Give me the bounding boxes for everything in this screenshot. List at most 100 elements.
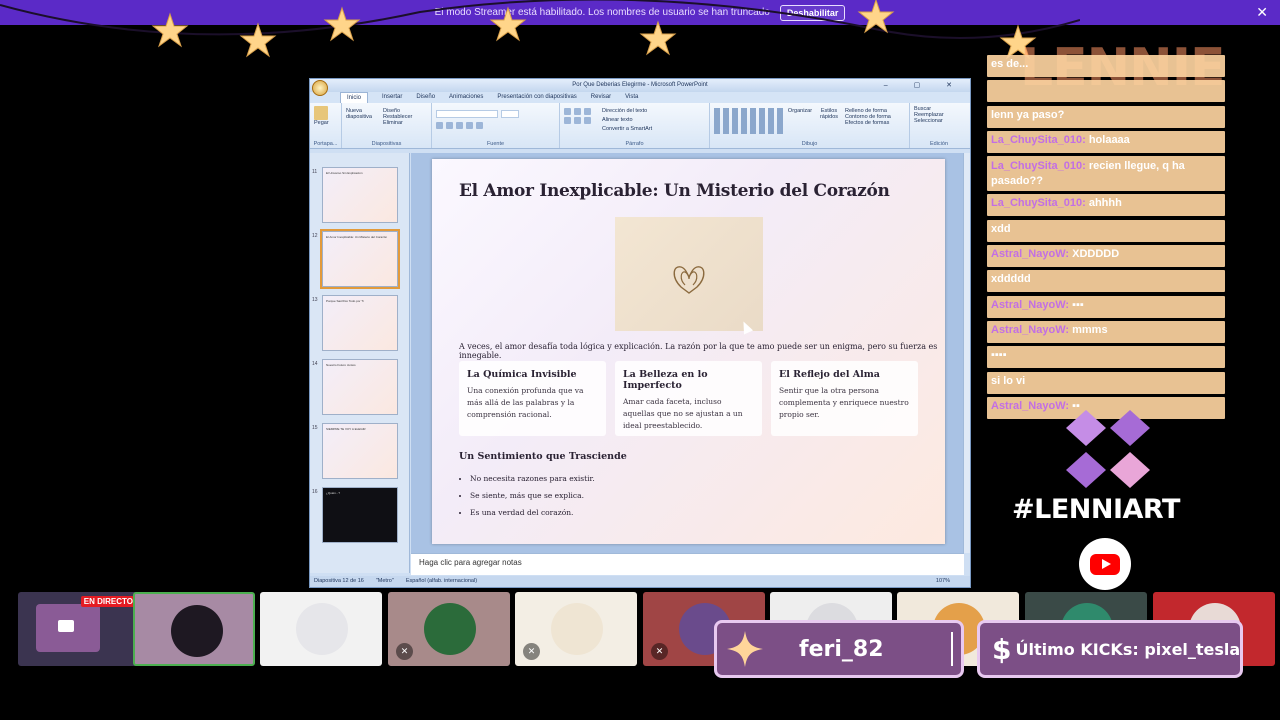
language-status[interactable]: Español (alfab. internacional) xyxy=(406,576,477,587)
window-controls[interactable]: – ▢ ✕ xyxy=(884,79,964,92)
youtube-icon[interactable] xyxy=(1079,538,1131,590)
tab-animaciones[interactable]: Animaciones xyxy=(449,92,483,103)
chat-text: mmms xyxy=(1072,323,1108,336)
numbering-icon[interactable] xyxy=(574,108,581,115)
thumb-title: ¿Quién...? xyxy=(326,491,341,495)
bold-icon[interactable] xyxy=(436,122,443,129)
tab-inicio[interactable]: Inicio xyxy=(340,92,369,103)
font-name-select[interactable] xyxy=(436,110,498,118)
slide-bullet-list[interactable]: No necesita razones para existir. Se sie… xyxy=(468,474,595,525)
font-size-select[interactable] xyxy=(501,110,519,118)
align-left-icon[interactable] xyxy=(564,117,571,124)
paste-icon[interactable] xyxy=(314,106,328,120)
slide-title[interactable]: El Amor Inexplicable: Un Misterio del Co… xyxy=(459,181,890,201)
current-slide[interactable]: El Amor Inexplicable: Un Misterio del Co… xyxy=(432,159,945,544)
brand-hashtag: #LENNIART xyxy=(1012,494,1180,525)
slide-intro[interactable]: A veces, el amor desafía toda lógica y e… xyxy=(459,342,945,360)
chat-text: ▪▪▪▪ xyxy=(991,349,1007,362)
convert-smartart-button[interactable]: Convertir a SmartArt xyxy=(602,126,652,132)
bullet-item: Se siente, más que se explica. xyxy=(470,491,595,500)
tab-insertar[interactable]: Insertar xyxy=(382,92,402,103)
slide-thumbnail[interactable]: Nuestro Futuro Juntos xyxy=(322,359,398,415)
ribbon-group-paragraph: Dirección del texto Alinear texto Conver… xyxy=(560,103,710,148)
follower-name: feri_82 xyxy=(799,636,884,662)
chat-message: Astral_NayoW: XDDDDD xyxy=(987,245,1225,268)
chat-message: Astral_NayoW: ▪▪▪ xyxy=(987,295,1225,318)
delete-button[interactable]: Eliminar xyxy=(383,120,412,126)
participant-tile[interactable] xyxy=(133,592,255,666)
vertical-scrollbar[interactable] xyxy=(963,153,970,553)
font-color-icon[interactable] xyxy=(476,122,483,129)
slide-card[interactable]: La Belleza en lo Imperfecto Amar cada fa… xyxy=(615,361,762,436)
tab-presentacion[interactable]: Presentación con diapositivas xyxy=(497,92,576,103)
live-badge: EN DIRECTO xyxy=(80,596,136,607)
avatar xyxy=(551,603,603,655)
paste-button[interactable]: Pegar xyxy=(314,120,337,126)
chat-text: holaaaa xyxy=(1088,133,1130,146)
slide-thumbnail[interactable]: ¿Quién...? xyxy=(322,487,398,543)
chat-message: Astral_NayoW: mmms xyxy=(987,320,1225,343)
chat-username: Astral_NayoW: xyxy=(991,399,1070,412)
participant-tile[interactable]: ✕ xyxy=(388,592,510,666)
select-button[interactable]: Seleccionar xyxy=(914,118,964,124)
office-button-icon[interactable] xyxy=(312,80,328,96)
last-kicks-text: Último KICKs: pixel_tesla xyxy=(1015,639,1241,659)
chat-message: xddddd xyxy=(987,270,1225,293)
follower-alert: feri_82 xyxy=(714,620,964,678)
indent-icon[interactable] xyxy=(584,108,591,115)
slide-card[interactable]: El Reflejo del Alma Sentir que la otra p… xyxy=(771,361,918,436)
muted-mic-icon: ✕ xyxy=(396,643,413,660)
tab-diseno[interactable]: Diseño xyxy=(416,92,435,103)
hearts-image[interactable] xyxy=(615,217,763,331)
align-center-icon[interactable] xyxy=(574,117,581,124)
slide-thumbnail[interactable]: Porque Sacrifico Todo por Ti xyxy=(322,295,398,351)
chat-message: es de... xyxy=(987,55,1225,77)
slide-card[interactable]: La Química Invisible Una conexión profun… xyxy=(459,361,606,436)
chat-text: xdd xyxy=(991,222,1011,235)
chat-panel: es de... lenn ya paso? La_ChuySita_010: … xyxy=(987,55,1225,422)
notes-pane[interactable]: Haga clic para agregar notas xyxy=(411,553,964,575)
italic-icon[interactable] xyxy=(446,122,453,129)
close-icon[interactable]: ✕ xyxy=(1256,4,1268,21)
participant-tile[interactable]: ✕ xyxy=(515,592,637,666)
chat-text: ahhhh xyxy=(1088,197,1122,210)
participant-tile-screenshare[interactable]: EN DIRECTO xyxy=(18,592,140,666)
quick-styles-button[interactable]: Estilos rápidos xyxy=(816,108,842,134)
slide-editing-area: El Amor Inexplicable: Un Misterio del Co… xyxy=(411,153,964,553)
align-text-button[interactable]: Alinear texto xyxy=(602,117,633,124)
chat-text: lenn ya paso? xyxy=(991,108,1065,121)
bullets-icon[interactable] xyxy=(564,108,571,115)
organize-button[interactable]: Organizar xyxy=(787,108,813,134)
slide-thumbnail[interactable]: El Universo Sin Explicación xyxy=(322,167,398,223)
participant-tile[interactable] xyxy=(260,592,382,666)
stream-overlay: { "banner": { "text": "El modo Streamer … xyxy=(0,0,1280,720)
star-icon xyxy=(639,20,677,56)
tab-revisar[interactable]: Revisar xyxy=(591,92,611,103)
ribbon-group-editing: Buscar Reemplazar Seleccionar Edición xyxy=(910,103,968,148)
card-body: Una conexión profunda que va más allá de… xyxy=(467,386,584,419)
divider xyxy=(951,632,953,666)
chat-message: si lo vi xyxy=(987,371,1225,394)
strikethrough-icon[interactable] xyxy=(466,122,473,129)
align-right-icon[interactable] xyxy=(584,117,591,124)
zoom-level[interactable]: 107% xyxy=(936,576,950,587)
thumb-title: Porque Sacrifico Todo por Ti xyxy=(326,299,364,303)
slide-thumbnail-selected[interactable]: El Amor Inexplicable: Un Misterio del Co… xyxy=(320,229,400,289)
chat-text: xddddd xyxy=(991,273,1031,286)
thumb-title: El Universo Sin Explicación xyxy=(326,171,363,175)
card-heading: La Química Invisible xyxy=(467,369,577,380)
chat-text: si lo vi xyxy=(991,374,1026,387)
slide-thumbnail[interactable]: SIEMPRE TE VOY A ELEGIR xyxy=(322,423,398,479)
slide-subheading[interactable]: Un Sentimiento que Trasciende xyxy=(459,451,627,462)
text-direction-button[interactable]: Dirección del texto xyxy=(602,108,647,115)
tab-vista[interactable]: Vista xyxy=(625,92,638,103)
avatar xyxy=(424,603,476,655)
shape-effects-button[interactable]: Efectos de formas xyxy=(845,120,891,126)
disable-button[interactable]: Deshabilitar xyxy=(779,4,846,21)
thumb-number: 11 xyxy=(312,169,318,175)
ppt-titlebar: Por Que Deberias Elegirme - Microsoft Po… xyxy=(310,79,970,96)
new-slide-button[interactable]: Nueva diapositiva xyxy=(346,108,380,126)
shapes-gallery[interactable] xyxy=(714,108,784,134)
chat-message: La_ChuySita_010: holaaaa xyxy=(987,130,1225,153)
underline-icon[interactable] xyxy=(456,122,463,129)
